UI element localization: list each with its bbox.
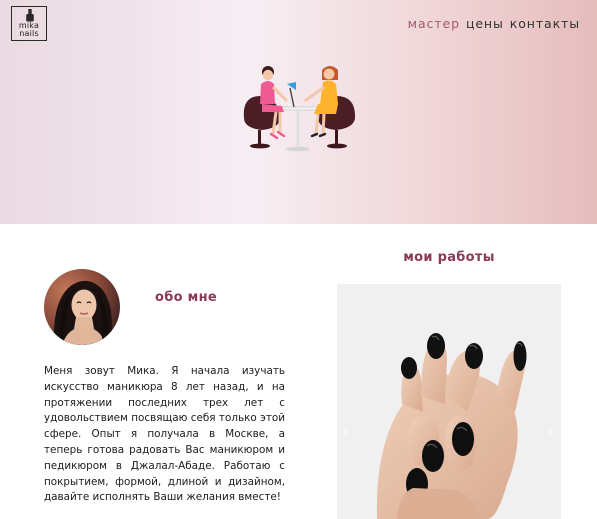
nav-link-master[interactable]: мастер [408,16,460,31]
chevron-right-icon[interactable]: › [548,424,554,440]
about-text: Меня зовут Мика. Я начала изучать искусс… [44,365,285,504]
hero-banner: mika nails мастер цены контакты [0,0,597,224]
about-title: обо мне [155,290,217,305]
main-nav: мастер цены контакты [408,16,580,31]
carousel-slide-image [337,284,561,519]
logo[interactable]: mika nails [11,6,47,41]
works-title: мои работы [403,250,495,265]
chevron-left-icon[interactable]: ‹ [343,424,349,440]
master-avatar [44,269,120,345]
manicure-salon-illustration [243,66,356,152]
nav-link-contacts[interactable]: контакты [510,16,580,31]
avatar-photo [44,269,120,345]
works-carousel[interactable]: ‹ › [337,284,561,519]
logo-text-line2: nails [19,29,39,38]
nav-link-prices[interactable]: цены [466,16,504,31]
